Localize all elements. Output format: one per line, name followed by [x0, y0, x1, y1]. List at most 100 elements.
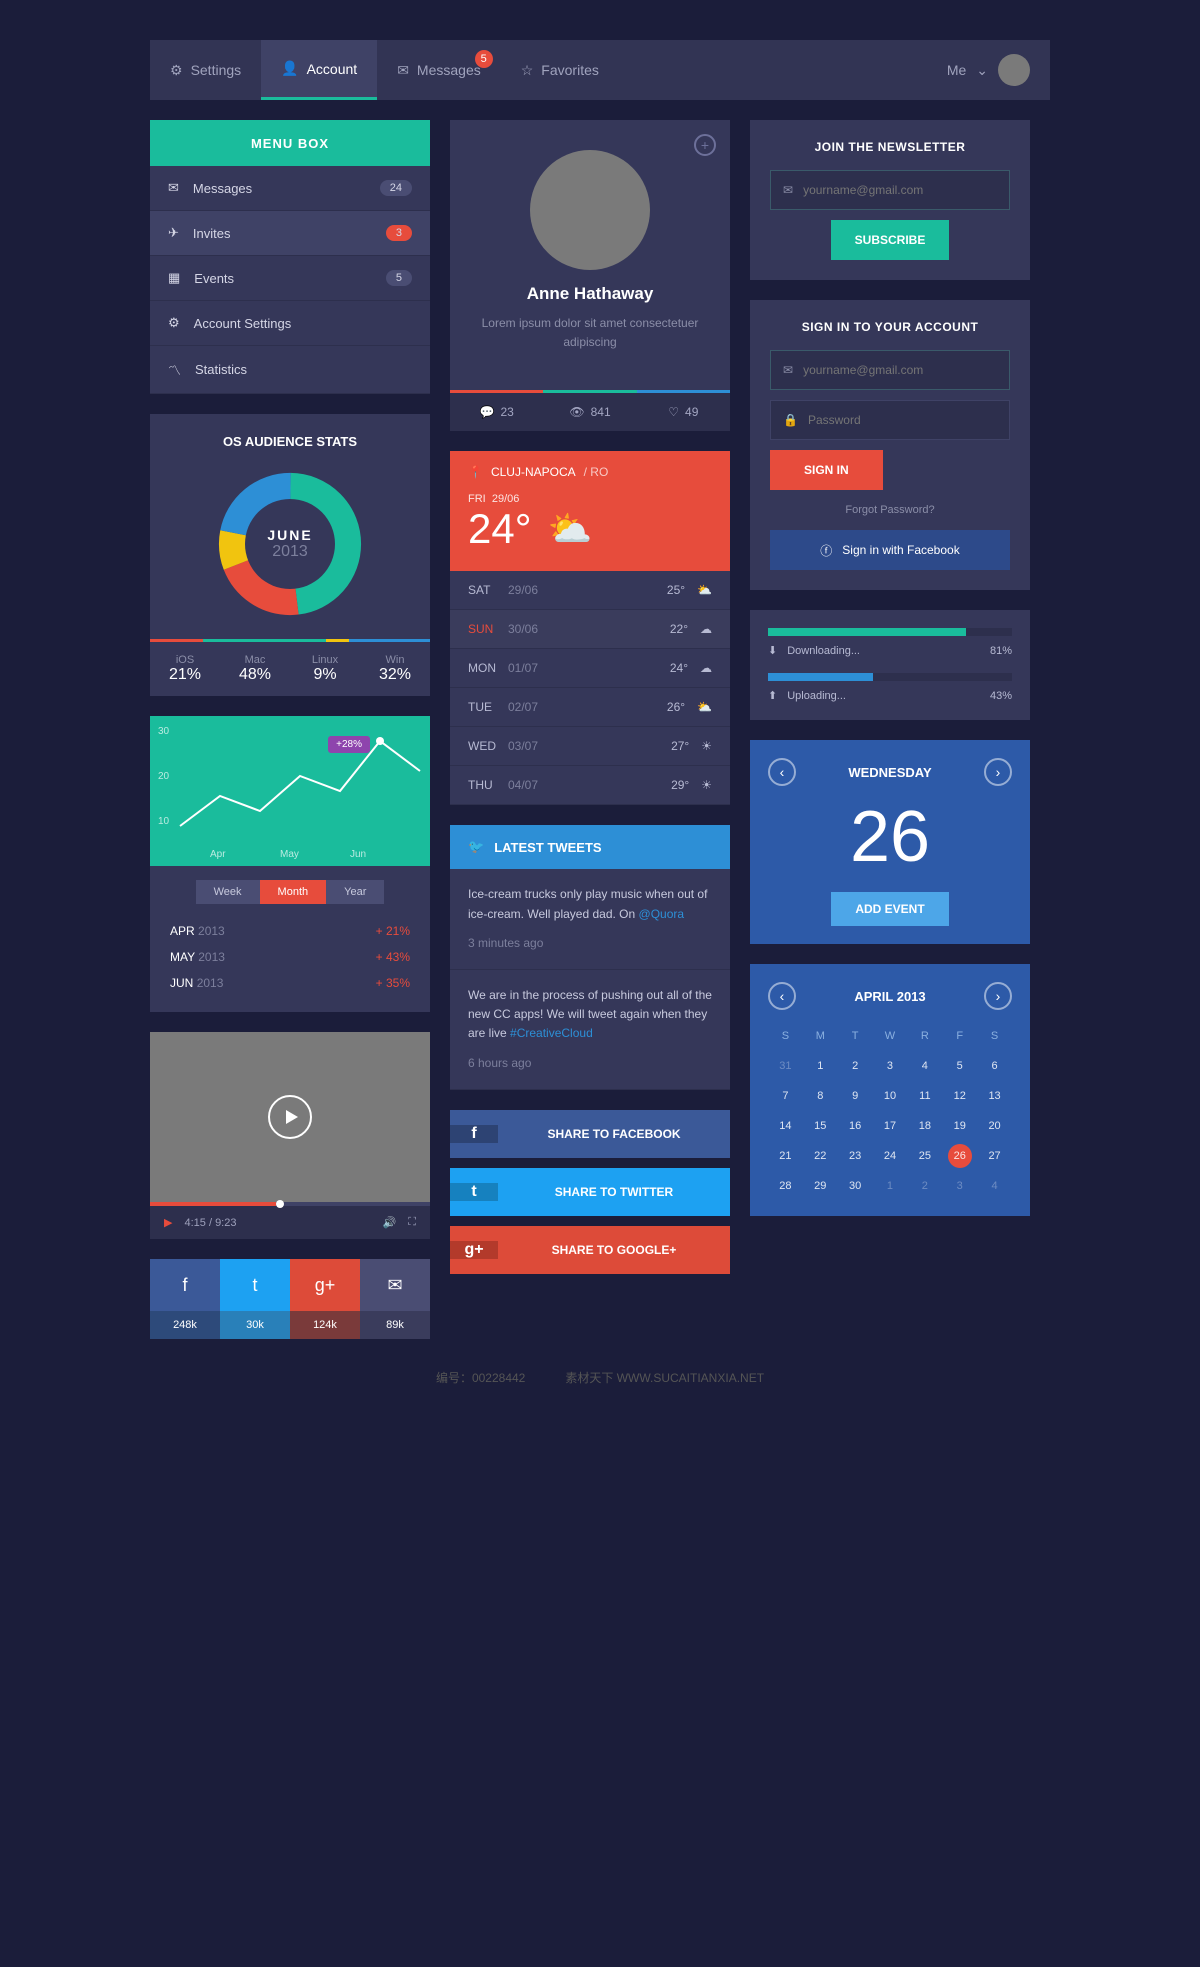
seg-month[interactable]: Month [260, 880, 327, 904]
cal-day[interactable]: 7 [768, 1084, 803, 1108]
cal-day[interactable]: 3 [942, 1174, 977, 1198]
weather-icon: ☀ [701, 739, 712, 753]
prev-day-button[interactable]: ‹ [768, 758, 796, 786]
weather-row[interactable]: MON01/0724°☁ [450, 649, 730, 688]
subscribe-button[interactable]: SUBSCRIBE [831, 220, 950, 260]
cal-day[interactable]: 31 [768, 1054, 803, 1078]
share-google-button[interactable]: g+SHARE TO GOOGLE+ [450, 1226, 730, 1274]
avatar [998, 54, 1030, 86]
play-button[interactable]: ▶ [164, 1216, 172, 1229]
add-event-button[interactable]: ADD EVENT [831, 892, 948, 926]
weather-row[interactable]: SAT29/0625°⛅ [450, 571, 730, 610]
weather-row[interactable]: WED03/0727°☀ [450, 727, 730, 766]
cal-day[interactable]: 6 [977, 1054, 1012, 1078]
cal-day[interactable]: 9 [838, 1084, 873, 1108]
cal-day[interactable]: 14 [768, 1114, 803, 1138]
cal-day[interactable]: 2 [907, 1174, 942, 1198]
cal-day[interactable]: 13 [977, 1084, 1012, 1108]
forgot-password-link[interactable]: Forgot Password? [770, 504, 1010, 516]
top-nav: ⚙Settings 👤Account ✉Messages5 ☆Favorites… [150, 40, 1050, 100]
cal-day[interactable]: 1 [873, 1174, 908, 1198]
share-twitter-button[interactable]: tSHARE TO TWITTER [450, 1168, 730, 1216]
cal-day[interactable]: 3 [873, 1054, 908, 1078]
cal-day[interactable]: 10 [873, 1084, 908, 1108]
facebook-signin-button[interactable]: ⓕSign in with Facebook [770, 530, 1010, 570]
os-stats-card: OS AUDIENCE STATS JUNE2013 iOS21% Mac48%… [150, 414, 430, 696]
signin-email-input[interactable]: ✉ [770, 350, 1010, 390]
cal-day[interactable]: 4 [907, 1054, 942, 1078]
cal-day[interactable]: 1 [803, 1054, 838, 1078]
video-progress[interactable] [150, 1202, 430, 1206]
share-google[interactable]: g+ [290, 1259, 360, 1311]
menu-account-settings[interactable]: ⚙Account Settings [150, 301, 430, 346]
cal-day[interactable]: 29 [803, 1174, 838, 1198]
count-facebook: 248k [150, 1311, 220, 1339]
cal-day[interactable]: 5 [942, 1054, 977, 1078]
seg-week[interactable]: Week [196, 880, 260, 904]
cal-day[interactable]: 21 [768, 1144, 803, 1168]
cal-day[interactable]: 24 [873, 1144, 908, 1168]
video-screen[interactable] [150, 1032, 430, 1202]
stat-comments[interactable]: 💬23 [450, 393, 543, 431]
cal-day[interactable]: 28 [768, 1174, 803, 1198]
next-month-button[interactable]: › [984, 982, 1012, 1010]
cal-day[interactable]: 2 [838, 1054, 873, 1078]
tweet-link[interactable]: #CreativeCloud [510, 1026, 593, 1040]
add-button[interactable]: + [694, 134, 716, 156]
menu-statistics[interactable]: 〽Statistics [150, 346, 430, 394]
cal-day[interactable]: 8 [803, 1084, 838, 1108]
stat-likes[interactable]: ♡49 [637, 393, 730, 431]
donut-chart: JUNE2013 [215, 469, 365, 619]
menu-events[interactable]: ▦Events5 [150, 256, 430, 301]
volume-icon[interactable]: 🔊 [383, 1216, 397, 1229]
user-menu[interactable]: Me⌄ [927, 40, 1050, 100]
cal-day[interactable]: 27 [977, 1144, 1012, 1168]
share-facebook[interactable]: f [150, 1259, 220, 1311]
cal-day[interactable]: 18 [907, 1114, 942, 1138]
cal-day[interactable]: 17 [873, 1114, 908, 1138]
weather-row[interactable]: THU04/0729°☀ [450, 766, 730, 805]
mail-icon: ✉ [168, 180, 179, 196]
mail-icon: ✉ [783, 363, 793, 377]
share-facebook-button[interactable]: fSHARE TO FACEBOOK [450, 1110, 730, 1158]
share-email[interactable]: ✉ [360, 1259, 430, 1311]
play-icon [268, 1095, 312, 1139]
weather-icon: ⛅ [548, 508, 593, 550]
cal-day[interactable]: 20 [977, 1114, 1012, 1138]
cal-day[interactable]: 11 [907, 1084, 942, 1108]
signin-password-input[interactable]: 🔒 [770, 400, 1010, 440]
cal-day[interactable]: 15 [803, 1114, 838, 1138]
seg-year[interactable]: Year [326, 880, 384, 904]
cal-day[interactable]: 16 [838, 1114, 873, 1138]
next-day-button[interactable]: › [984, 758, 1012, 786]
share-twitter[interactable]: t [220, 1259, 290, 1311]
fullscreen-icon[interactable]: ⛶ [408, 1216, 416, 1229]
cal-day[interactable]: 19 [942, 1114, 977, 1138]
twitter-icon: 🐦 [468, 839, 484, 855]
nav-favorites[interactable]: ☆Favorites [501, 40, 619, 100]
send-icon: ✈ [168, 225, 179, 241]
cal-day[interactable]: 23 [838, 1144, 873, 1168]
cal-day[interactable]: 30 [838, 1174, 873, 1198]
stat-views[interactable]: 👁841 [543, 393, 636, 431]
cal-day[interactable]: 25 [907, 1144, 942, 1168]
nav-account[interactable]: 👤Account [261, 40, 377, 100]
prev-month-button[interactable]: ‹ [768, 982, 796, 1010]
nav-settings[interactable]: ⚙Settings [150, 40, 261, 100]
count-twitter: 30k [220, 1311, 290, 1339]
cal-day[interactable]: 12 [942, 1084, 977, 1108]
tweet-link[interactable]: @Quora [639, 907, 685, 921]
weather-row[interactable]: SUN30/0622°☁ [450, 610, 730, 649]
page-footer: 编号：00228442素材天下 WWW.SUCAITIANXIA.NET [150, 1369, 1050, 1386]
cal-day[interactable]: 22 [803, 1144, 838, 1168]
email-input[interactable]: ✉ [770, 170, 1010, 210]
nav-messages[interactable]: ✉Messages5 [377, 40, 501, 100]
mail-icon: ✉ [783, 183, 793, 197]
cal-day[interactable]: 4 [977, 1174, 1012, 1198]
cal-day[interactable]: 26 [948, 1144, 972, 1168]
weather-row[interactable]: TUE02/0726°⛅ [450, 688, 730, 727]
signin-button[interactable]: SIGN IN [770, 450, 883, 490]
menu-invites[interactable]: ✈Invites3 [150, 211, 430, 256]
count-google: 124k [290, 1311, 360, 1339]
menu-messages[interactable]: ✉Messages24 [150, 166, 430, 211]
